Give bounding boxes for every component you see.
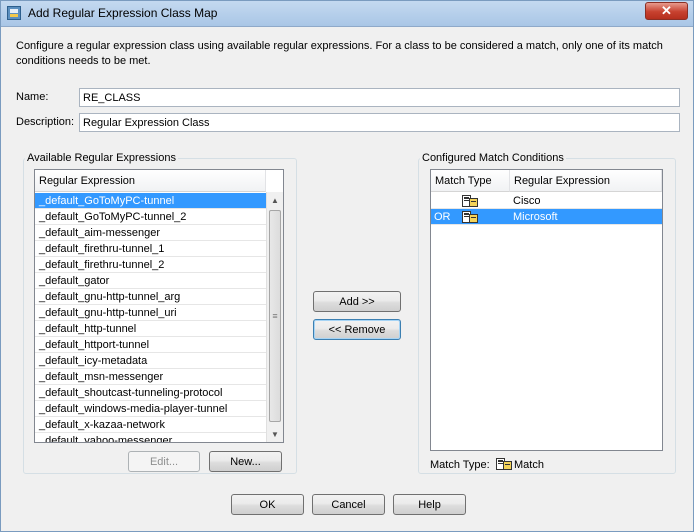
match-operator: OR <box>434 211 451 223</box>
list-item[interactable]: _default_gnu-http-tunnel_arg <box>35 289 266 305</box>
list-item[interactable]: _default_windows-media-player-tunnel <box>35 401 266 417</box>
condition-regex: Cisco <box>513 195 541 207</box>
column-header-match-type[interactable]: Match Type <box>431 170 510 192</box>
scroll-up-arrow-icon[interactable]: ▲ <box>267 192 283 208</box>
table-row[interactable]: OR Microsoft <box>431 209 662 225</box>
list-item[interactable]: _default_yahoo-messenger <box>35 433 266 442</box>
list-item[interactable]: _default_shoutcast-tunneling-protocol <box>35 385 266 401</box>
list-item[interactable]: _default_httport-tunnel <box>35 337 266 353</box>
list-item[interactable]: _default_gnu-http-tunnel_uri <box>35 305 266 321</box>
available-scrollbar[interactable]: ▲ ≡ ▼ <box>266 192 283 442</box>
condition-regex: Microsoft <box>513 211 558 223</box>
name-field[interactable] <box>79 88 680 107</box>
match-icon <box>462 195 478 207</box>
window-title: Add Regular Expression Class Map <box>28 6 218 20</box>
table-row[interactable]: Cisco <box>431 193 662 209</box>
dialog-description: Configure a regular expression class usi… <box>16 40 663 67</box>
column-header-regex[interactable]: Regular Expression <box>35 170 266 192</box>
title-bar[interactable]: Add Regular Expression Class Map ✕ <box>1 1 693 27</box>
list-item[interactable]: _default_http-tunnel <box>35 321 266 337</box>
available-expressions-title: Available Regular Expressions <box>25 152 178 164</box>
description-label: Description: <box>16 116 75 128</box>
new-button[interactable]: New... <box>209 451 282 472</box>
configured-conditions-table[interactable]: Match Type Regular Expression Cisco OR Mic… <box>430 169 663 451</box>
list-item[interactable]: _default_msn-messenger <box>35 369 266 385</box>
close-button[interactable]: ✕ <box>645 2 688 20</box>
match-type-value: Match <box>514 459 544 471</box>
app-icon <box>7 6 21 20</box>
available-expressions-list[interactable]: Regular Expression _default_GoToMyPC-tun… <box>34 169 284 443</box>
scroll-thumb[interactable]: ≡ <box>269 210 281 422</box>
match-icon <box>496 458 512 470</box>
list-item[interactable]: _default_GoToMyPC-tunnel <box>35 193 266 209</box>
list-item[interactable]: _default_firethru-tunnel_2 <box>35 257 266 273</box>
add-button[interactable]: Add >> <box>313 291 401 312</box>
close-icon: ✕ <box>661 3 672 18</box>
description-field[interactable] <box>79 113 680 132</box>
list-item[interactable]: _default_firethru-tunnel_1 <box>35 241 266 257</box>
list-item[interactable]: _default_x-kazaa-network <box>35 417 266 433</box>
list-item[interactable]: _default_aim-messenger <box>35 225 266 241</box>
configured-conditions-title: Configured Match Conditions <box>420 152 566 164</box>
edit-button[interactable]: Edit... <box>128 451 200 472</box>
list-item[interactable]: _default_gator <box>35 273 266 289</box>
ok-button[interactable]: OK <box>231 494 304 515</box>
column-header-regex[interactable]: Regular Expression <box>510 170 662 192</box>
dialog-window: Add Regular Expression Class Map ✕ Confi… <box>0 0 694 532</box>
help-button[interactable]: Help <box>393 494 466 515</box>
cancel-button[interactable]: Cancel <box>312 494 385 515</box>
match-icon <box>462 211 478 223</box>
list-item[interactable]: _default_GoToMyPC-tunnel_2 <box>35 209 266 225</box>
list-item[interactable]: _default_icy-metadata <box>35 353 266 369</box>
match-type-label: Match Type: <box>430 459 490 471</box>
scroll-down-arrow-icon[interactable]: ▼ <box>267 426 283 442</box>
name-label: Name: <box>16 91 49 103</box>
remove-button[interactable]: << Remove <box>313 319 401 340</box>
